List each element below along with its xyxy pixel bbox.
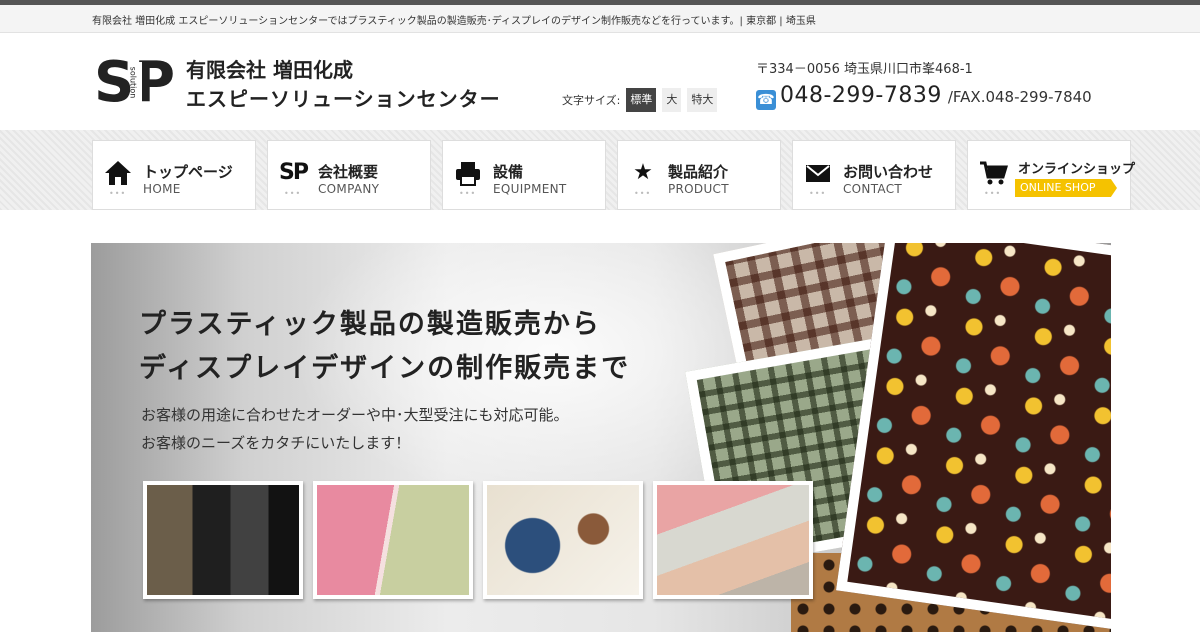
logo-solution-strip: solution (128, 62, 142, 106)
home-icon (103, 159, 133, 187)
sp-logo-icon: SP (279, 160, 309, 185)
nav-label-ja: 設備 (493, 163, 524, 181)
nav-label-ja: トップページ (143, 163, 233, 181)
company-name-line2: エスピーソリューションセンター (186, 87, 501, 111)
nav-dots: ••• (284, 189, 302, 198)
nav-dots: ••• (809, 189, 827, 198)
product-thumbnail[interactable] (313, 481, 473, 599)
hero-sub-line2: お客様のニーズをカタチにいたします！ (141, 434, 411, 452)
font-size-switcher: 文字サイズ: 標準 大 特大 (562, 88, 718, 112)
hero-title-line1: プラスティック製品の製造販売から (139, 309, 601, 340)
hero-banner: プラスティック製品の製造販売から ディスプレイデザインの制作販売まで お客様の用… (91, 243, 1111, 632)
phone-row: ☎ 048-299-7839 /FAX.048-299-7840 (756, 83, 1092, 110)
nav-label-en: EQUIPMENT (493, 182, 567, 196)
thumbnail-image-printed-goods (487, 485, 639, 595)
thumbnail-image-display-boards (657, 485, 809, 595)
font-size-large-button[interactable]: 大 (662, 88, 682, 112)
nav-label-en: COMPANY (318, 182, 380, 196)
company-name-line1: 有限会社 増田化成 (186, 58, 353, 82)
nav-label-en: CONTACT (843, 182, 903, 196)
company-logo[interactable]: S P solution (94, 50, 178, 115)
envelope-icon (803, 159, 833, 187)
thumbnail-image-texture-samples (147, 485, 299, 595)
product-thumbnails (143, 481, 813, 599)
hero-subtitle: お客様の用途に合わせたオーダーや中･大型受注にも対応可能。 お客様のニーズをカタ… (141, 401, 569, 457)
hero-title-line2: ディスプレイデザインの制作販売まで (139, 353, 631, 384)
nav-item-company[interactable]: SP ••• 会社概要 COMPANY (267, 140, 431, 210)
nav-dots: ••• (634, 189, 652, 198)
site-description: 有限会社 増田化成 エスピーソリューションセンターではプラスティック製品の製造販… (92, 16, 816, 27)
product-thumbnail[interactable] (483, 481, 643, 599)
fax-number: /FAX.048-299-7840 (947, 88, 1092, 106)
address: 〒334－0056 埼玉県川口市峯468-1 (756, 62, 973, 77)
nav-item-product[interactable]: ★ ••• 製品紹介 PRODUCT (617, 140, 781, 210)
nav-label-ja: オンラインショップ (1018, 162, 1136, 177)
nav-item-equipment[interactable]: ••• 設備 EQUIPMENT (442, 140, 606, 210)
phone-number[interactable]: 048-299-7839 (780, 83, 942, 108)
logo-letter-s: S (94, 50, 134, 115)
star-icon: ★ (633, 160, 653, 185)
nav-label-en: PRODUCT (668, 182, 729, 196)
site-header: S P solution 有限会社 増田化成 エスピーソリューションセンター 文… (0, 34, 1200, 130)
font-size-standard-button[interactable]: 標準 (626, 88, 657, 112)
company-name[interactable]: 有限会社 増田化成 エスピーソリューションセンター (186, 56, 501, 114)
top-info-bar: 有限会社 増田化成 エスピーソリューションセンターではプラスティック製品の製造販… (0, 5, 1200, 33)
hero-floral-panel (836, 243, 1111, 632)
main-navigation: ••• トップページ HOME SP ••• 会社概要 COMPANY ••• … (92, 140, 1135, 210)
hero-sub-line1: お客様の用途に合わせたオーダーや中･大型受注にも対応可能。 (141, 406, 569, 424)
font-size-xlarge-button[interactable]: 特大 (687, 88, 718, 112)
nav-dots: ••• (984, 189, 1002, 198)
nav-label-ja: 会社概要 (318, 163, 379, 181)
nav-dots: ••• (459, 189, 477, 198)
nav-item-contact[interactable]: ••• お問い合わせ CONTACT (792, 140, 956, 210)
font-size-label: 文字サイズ: (562, 94, 621, 107)
nav-label-ja: 製品紹介 (668, 163, 729, 181)
nav-item-home[interactable]: ••• トップページ HOME (92, 140, 256, 210)
cart-icon (978, 159, 1009, 187)
nav-item-online-shop[interactable]: ••• オンラインショップ ONLINE SHOP (967, 140, 1135, 210)
nav-dots: ••• (109, 189, 127, 198)
nav-label-en: HOME (143, 182, 181, 196)
thumbnail-image-pattern-sheets (317, 485, 469, 595)
product-thumbnail[interactable] (653, 481, 813, 599)
contact-info: 〒334－0056 埼玉県川口市峯468-1 ☎ 048-299-7839 /F… (756, 58, 1092, 110)
product-thumbnail[interactable] (143, 481, 303, 599)
logo-solution-text: solution (128, 66, 138, 99)
hero-title: プラスティック製品の製造販売から ディスプレイデザインの制作販売まで (139, 303, 630, 391)
printer-icon (453, 159, 483, 187)
phone-icon: ☎ (756, 90, 776, 110)
nav-label-ja: お問い合わせ (843, 163, 934, 181)
online-shop-badge: ONLINE SHOP (1015, 179, 1117, 197)
